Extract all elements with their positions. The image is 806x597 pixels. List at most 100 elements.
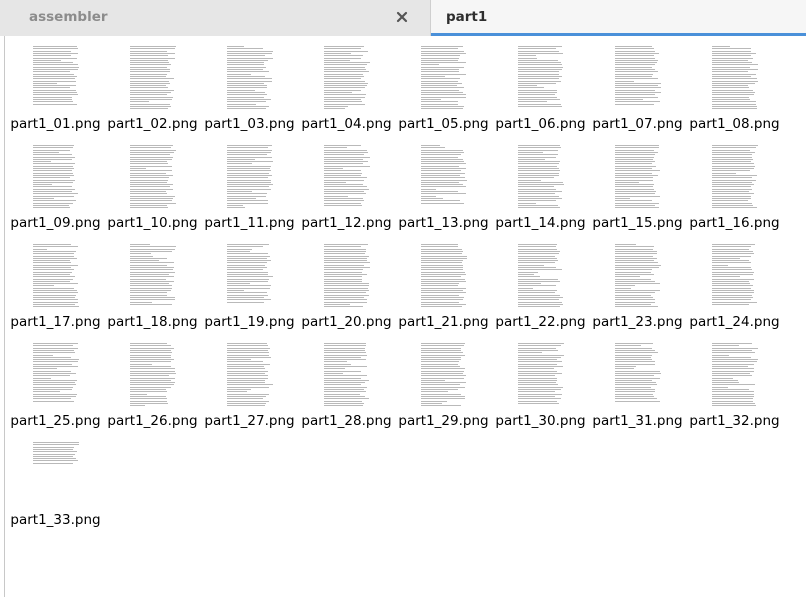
file-thumbnail [128,341,178,407]
file-name: part1_16.png [689,215,780,231]
file-item[interactable]: part1_16.png [686,143,783,242]
file-item[interactable]: part1_27.png [201,341,298,440]
file-item[interactable]: part1_02.png [104,44,201,143]
file-thumbnail [31,341,81,407]
file-name: part1_25.png [10,413,101,429]
file-thumbnail [322,44,372,110]
file-item[interactable]: part1_04.png [298,44,395,143]
file-item[interactable]: part1_20.png [298,242,395,341]
file-thumbnail [419,44,469,110]
file-thumbnail [613,242,663,308]
file-item[interactable]: part1_24.png [686,242,783,341]
file-item[interactable]: part1_28.png [298,341,395,440]
file-name: part1_24.png [689,314,780,330]
file-thumbnail [516,143,566,209]
file-thumbnail [419,242,469,308]
file-name: part1_11.png [204,215,295,231]
file-name: part1_07.png [592,116,683,132]
file-item[interactable]: part1_33.png [7,440,104,539]
file-thumbnail [225,242,275,308]
file-thumbnail [516,44,566,110]
file-item[interactable]: part1_09.png [7,143,104,242]
file-item[interactable]: part1_18.png [104,242,201,341]
file-item[interactable]: part1_13.png [395,143,492,242]
file-item[interactable]: part1_11.png [201,143,298,242]
file-thumbnail [710,44,760,110]
file-name: part1_23.png [592,314,683,330]
file-item[interactable]: part1_23.png [589,242,686,341]
file-item[interactable]: part1_21.png [395,242,492,341]
file-item[interactable]: part1_14.png [492,143,589,242]
file-item[interactable]: part1_01.png [7,44,104,143]
file-thumbnail [322,242,372,308]
file-item[interactable]: part1_06.png [492,44,589,143]
file-grid: part1_01.png part1_02.png part1_03.png part… [7,44,797,539]
file-item[interactable]: part1_17.png [7,242,104,341]
file-item[interactable]: part1_22.png [492,242,589,341]
file-item[interactable]: part1_31.png [589,341,686,440]
file-name: part1_14.png [495,215,586,231]
file-name: part1_18.png [107,314,198,330]
file-thumbnail [225,44,275,110]
file-name: part1_20.png [301,314,392,330]
file-name: part1_02.png [107,116,198,132]
file-name: part1_27.png [204,413,295,429]
file-item[interactable]: part1_12.png [298,143,395,242]
file-name: part1_22.png [495,314,586,330]
file-browser-view: part1_01.png part1_02.png part1_03.png part… [0,36,806,597]
file-name: part1_13.png [398,215,489,231]
file-thumbnail [225,143,275,209]
file-thumbnail [31,143,81,209]
file-name: part1_30.png [495,413,586,429]
file-item[interactable]: part1_07.png [589,44,686,143]
view-left-border [4,36,5,597]
file-thumbnail [613,143,663,209]
file-name: part1_03.png [204,116,295,132]
file-name: part1_29.png [398,413,489,429]
file-item[interactable]: part1_10.png [104,143,201,242]
file-name: part1_33.png [10,512,101,528]
file-thumbnail [516,341,566,407]
file-item[interactable]: part1_29.png [395,341,492,440]
file-item[interactable]: part1_03.png [201,44,298,143]
file-thumbnail [31,44,81,110]
file-thumbnail [419,341,469,407]
file-thumbnail [710,341,760,407]
file-item[interactable]: part1_15.png [589,143,686,242]
file-thumbnail [128,44,178,110]
file-thumbnail [128,242,178,308]
file-item[interactable]: part1_25.png [7,341,104,440]
file-thumbnail [128,143,178,209]
file-thumbnail [322,341,372,407]
tab-assembler-label: assembler [29,9,108,25]
close-icon[interactable] [395,10,409,24]
file-name: part1_06.png [495,116,586,132]
file-name: part1_04.png [301,116,392,132]
file-item[interactable]: part1_19.png [201,242,298,341]
file-name: part1_17.png [10,314,101,330]
file-item[interactable]: part1_30.png [492,341,589,440]
file-name: part1_08.png [689,116,780,132]
file-item[interactable]: part1_08.png [686,44,783,143]
file-name: part1_15.png [592,215,683,231]
tab-part1[interactable]: part1 [431,0,806,36]
tab-assembler[interactable]: assembler [0,0,431,36]
file-thumbnail [322,143,372,209]
file-thumbnail [516,242,566,308]
file-item[interactable]: part1_32.png [686,341,783,440]
file-thumbnail [613,44,663,110]
file-thumbnail [613,341,663,407]
file-name: part1_05.png [398,116,489,132]
file-item[interactable]: part1_05.png [395,44,492,143]
file-thumbnail [710,143,760,209]
file-name: part1_10.png [107,215,198,231]
file-thumbnail [31,440,81,506]
file-name: part1_28.png [301,413,392,429]
file-name: part1_21.png [398,314,489,330]
file-name: part1_19.png [204,314,295,330]
file-item[interactable]: part1_26.png [104,341,201,440]
file-name: part1_09.png [10,215,101,231]
file-name: part1_12.png [301,215,392,231]
tab-part1-label: part1 [446,9,488,25]
file-name: part1_01.png [10,116,101,132]
